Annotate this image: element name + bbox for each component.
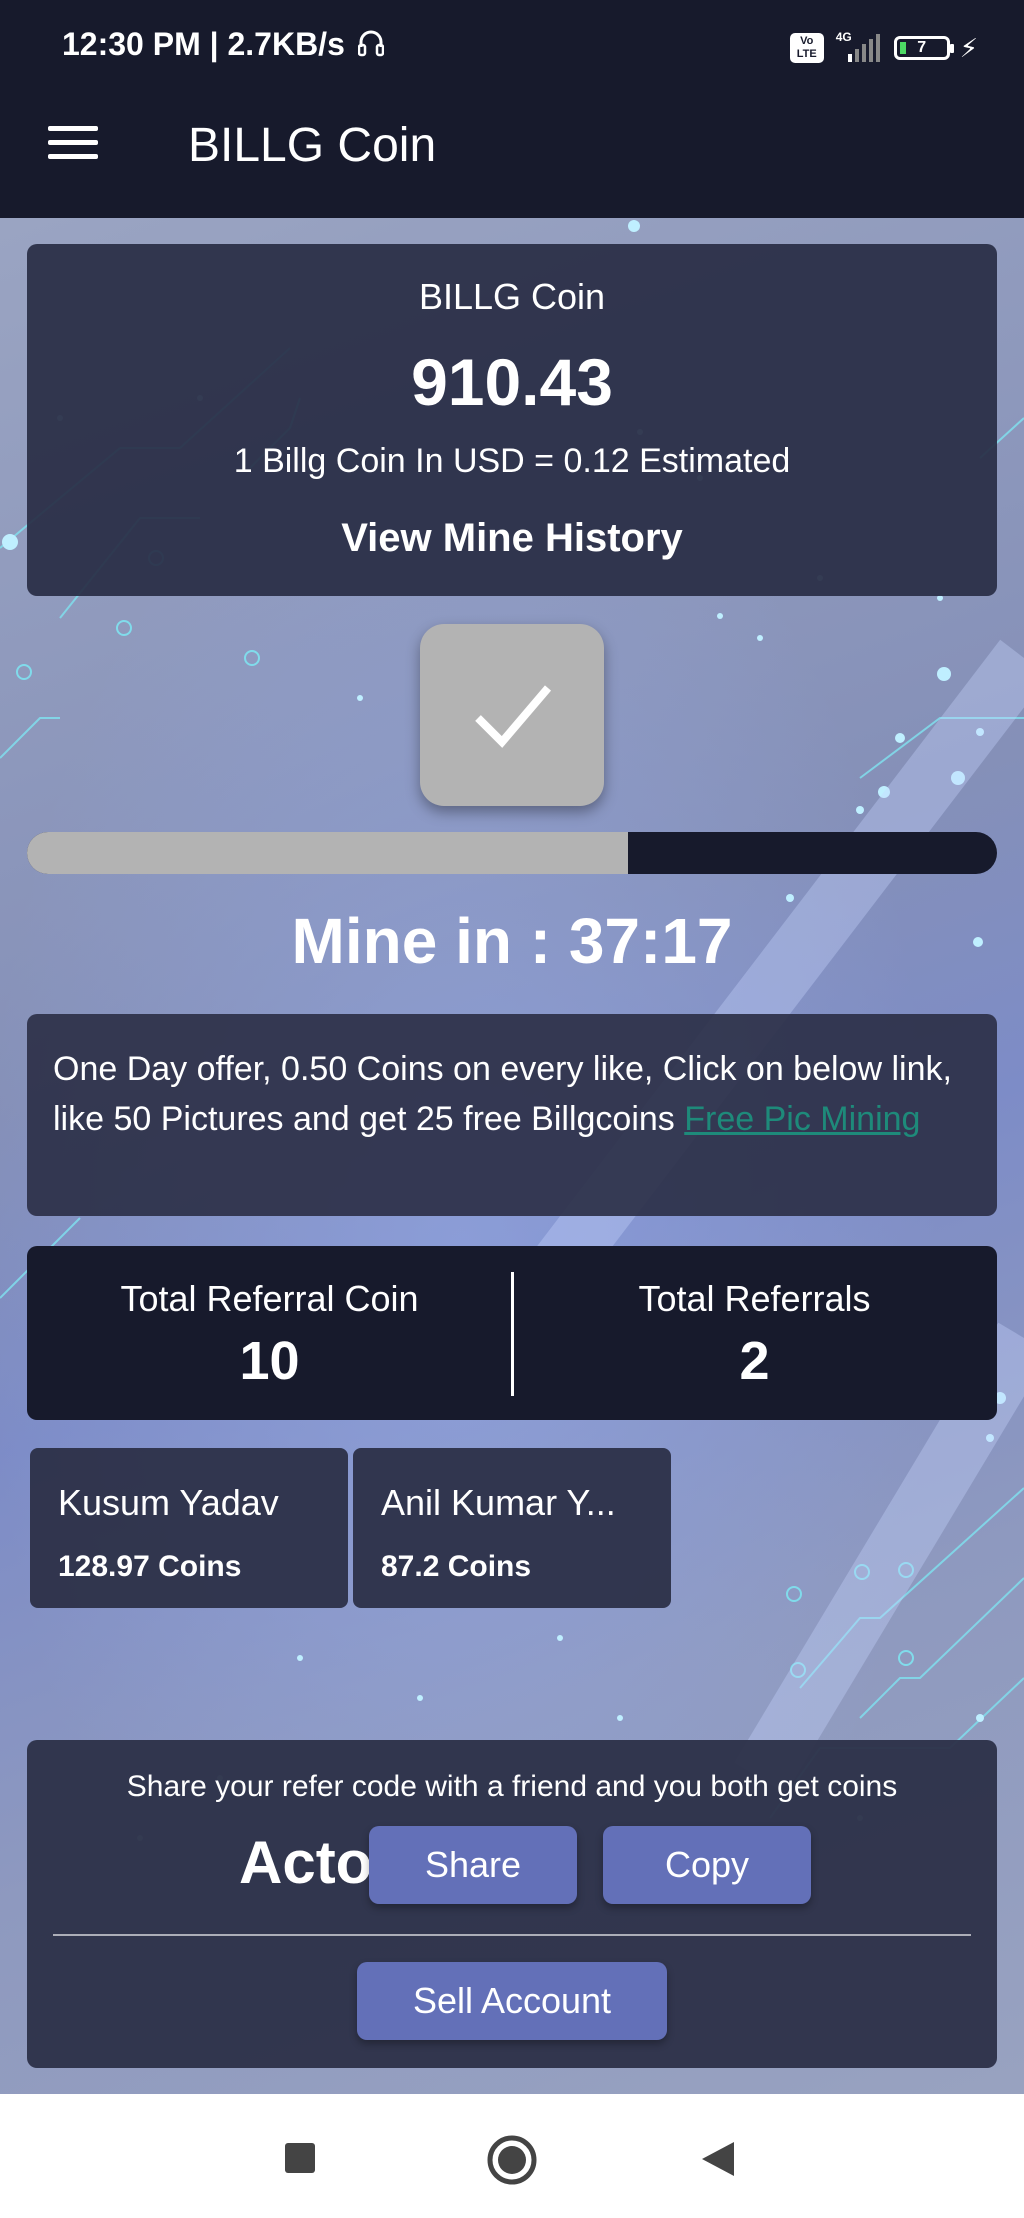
recent-apps-icon[interactable] — [284, 2142, 316, 2179]
free-pic-mining-link[interactable]: Free Pic Mining — [684, 1100, 920, 1138]
coin-balance: 910.43 — [411, 345, 613, 419]
status-time-text: 12:30 PM | 2.7KB/s — [62, 26, 345, 62]
balance-card: BILLG Coin 910.43 1 Billg Coin In USD = … — [27, 244, 997, 596]
share-card: Share your refer code with a friend and … — [27, 1740, 997, 2068]
total-referrals: Total Referrals 2 — [512, 1246, 997, 1420]
referral-coins: 128.97 Coins — [58, 1550, 242, 1583]
sell-account-button[interactable]: Sell Account — [357, 1962, 667, 2040]
mine-button[interactable] — [420, 624, 604, 806]
mining-progress-bar — [27, 832, 997, 874]
copy-button[interactable]: Copy — [603, 1826, 811, 1904]
charging-icon: ⚡ — [959, 32, 978, 63]
referral-coins: 87.2 Coins — [381, 1550, 532, 1583]
back-icon[interactable] — [700, 2140, 736, 2183]
total-referrals-value: 2 — [739, 1331, 770, 1391]
headphone-icon — [357, 28, 384, 65]
referral-item[interactable]: Anil Kumar Y... 87.2 Coins — [353, 1448, 671, 1608]
share-button[interactable]: Share — [369, 1826, 577, 1904]
status-time: 12:30 PM | 2.7KB/s — [62, 26, 384, 65]
referral-stats-card: Total Referral Coin 10 Total Referrals 2 — [27, 1246, 997, 1420]
battery-icon: 7 — [893, 36, 954, 60]
network-type: 4G — [835, 30, 852, 44]
volte-icon: Vo LTE — [789, 33, 824, 63]
total-referral-coin-value: 10 — [239, 1331, 300, 1391]
referral-name: Anil Kumar Y... — [381, 1482, 616, 1523]
share-message: Share your refer code with a friend and … — [126, 1770, 898, 1803]
mining-progress-fill — [27, 832, 629, 874]
total-referral-coin-label: Total Referral Coin — [120, 1278, 419, 1319]
referral-code: Acto — [239, 1829, 373, 1896]
offer-card: One Day offer, 0.50 Coins on every like,… — [27, 1014, 997, 1216]
balance-card-title: BILLG Coin — [418, 276, 606, 317]
signal-icon: 4G — [834, 30, 884, 64]
referral-name: Kusum Yadav — [58, 1482, 279, 1523]
divider — [53, 1934, 971, 1936]
coin-usd-rate: 1 Billg Coin In USD = 0.12 Estimated — [233, 442, 791, 480]
view-mine-history-link[interactable]: View Mine History — [27, 516, 997, 561]
referral-item[interactable]: Kusum Yadav 128.97 Coins — [30, 1448, 348, 1608]
system-nav-bar — [0, 2094, 1024, 2218]
top-bar: 12:30 PM | 2.7KB/s Vo LTE 4G 7 ⚡ BILLG C… — [0, 0, 1024, 218]
total-referral-coin: Total Referral Coin 10 — [27, 1246, 512, 1420]
mine-timer: Mine in : 37:17 — [291, 905, 733, 977]
app-title: BILLG Coin — [188, 119, 437, 172]
total-referrals-label: Total Referrals — [638, 1278, 871, 1319]
status-icons: Vo LTE 4G 7 ⚡ — [789, 30, 978, 66]
menu-icon[interactable] — [48, 126, 98, 162]
home-icon[interactable] — [486, 2134, 538, 2191]
check-icon — [475, 685, 552, 748]
battery-level: 7 — [917, 39, 927, 56]
